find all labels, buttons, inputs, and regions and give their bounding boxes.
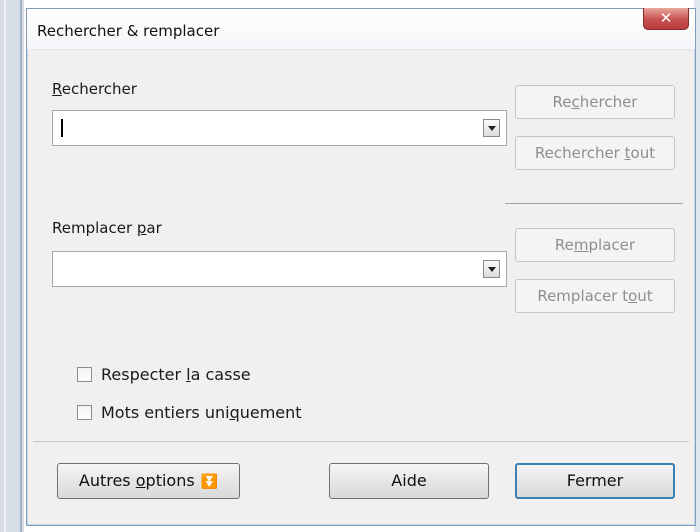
replace-dropdown-button[interactable]: [483, 260, 500, 278]
match-case-label: Respecter la casse: [101, 365, 251, 384]
desktop-background-strip: [0, 0, 24, 532]
match-case-checkbox[interactable]: [77, 367, 92, 382]
help-button[interactable]: Aide: [329, 463, 489, 499]
bottom-separator: [33, 441, 689, 442]
window-title: Rechercher & remplacer: [37, 22, 220, 40]
find-all-button[interactable]: Rechercher tout: [515, 136, 675, 170]
close-window-button[interactable]: ✕: [643, 8, 689, 30]
separator-line: [505, 203, 683, 204]
dropdown-arrow-icon: [488, 267, 496, 272]
whole-words-label: Mots entiers uniquement: [101, 403, 302, 422]
close-icon: ✕: [659, 9, 673, 27]
whole-words-option[interactable]: Mots entiers uniquement: [77, 403, 337, 423]
replace-combobox[interactable]: [52, 251, 507, 287]
title-bar[interactable]: Rechercher & remplacer ✕: [27, 8, 695, 50]
dropdown-arrow-icon: [488, 126, 496, 131]
close-button[interactable]: Fermer: [515, 463, 675, 499]
search-combobox[interactable]: [52, 110, 507, 146]
search-dropdown-button[interactable]: [483, 119, 500, 137]
replace-all-button[interactable]: Remplacer tout: [515, 279, 675, 313]
whole-words-checkbox[interactable]: [77, 405, 92, 420]
more-options-button[interactable]: Autres options ⏬: [57, 463, 240, 499]
double-chevron-down-icon: ⏬: [200, 474, 219, 490]
match-case-option[interactable]: Respecter la casse: [77, 365, 277, 385]
find-replace-dialog: Rechercher & remplacer ✕ Rechercher Rech…: [26, 8, 696, 526]
replace-button[interactable]: Remplacer: [515, 228, 675, 262]
search-label: Rechercher: [52, 80, 137, 98]
text-cursor: [61, 119, 63, 137]
replace-label: Remplacer par: [52, 219, 162, 237]
find-button[interactable]: Rechercher: [515, 85, 675, 119]
